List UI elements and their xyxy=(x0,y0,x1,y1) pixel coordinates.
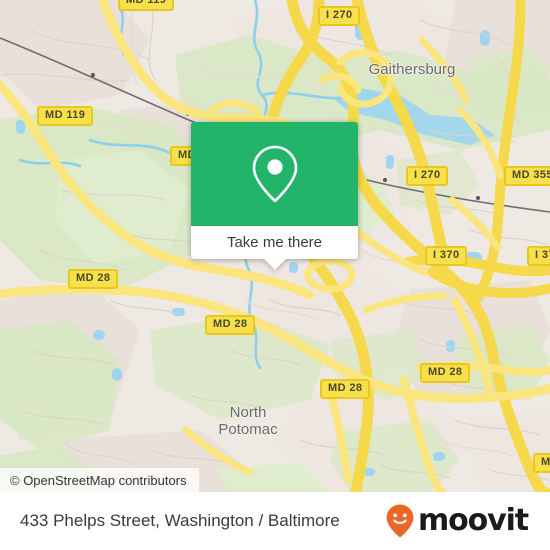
footer-bar: 433 Phelps Street, Washington / Baltimor… xyxy=(0,492,550,550)
shield-i-270-right: I 270 xyxy=(406,166,449,186)
take-me-there-label: Take me there xyxy=(226,234,323,251)
shield-md-119: MD 119 xyxy=(37,106,94,126)
moovit-logo: moovit xyxy=(384,503,529,539)
moovit-wordmark: moovit xyxy=(417,503,529,538)
popup-pointer-tail xyxy=(263,259,286,270)
shield-md-edge-br: MD xyxy=(533,453,550,473)
footer-address-text: 433 Phelps Street, Washington / Baltimor… xyxy=(20,511,340,530)
shield-md-28-center: MD 28 xyxy=(205,315,256,335)
shield-md-355: MD 355 xyxy=(504,166,550,186)
shield-i-370: I 370 xyxy=(425,246,468,266)
shield-md-119-top: MD 119 xyxy=(118,0,175,11)
shield-i-370-edge: I 37 xyxy=(527,246,550,266)
shield-md-28-left: MD 28 xyxy=(68,269,119,289)
moovit-smiley-pin-icon xyxy=(386,504,414,538)
shield-md-28-right: MD 28 xyxy=(420,363,471,383)
attribution-text: © OpenStreetMap contributors xyxy=(10,472,187,488)
location-pin-icon xyxy=(252,145,297,203)
place-label-north-potomac: North Potomac xyxy=(218,404,278,438)
popup-pin-area xyxy=(191,122,358,226)
shield-i-270-top: I 270 xyxy=(318,6,361,26)
map-attribution[interactable]: © OpenStreetMap contributors xyxy=(0,468,199,492)
map-canvas[interactable]: .park { fill:#d7e8c2; } .park2 { fill:#d… xyxy=(0,0,550,492)
location-popup-card[interactable]: Take me there xyxy=(191,122,358,270)
map-screenshot-root: .park { fill:#d7e8c2; } .park2 { fill:#d… xyxy=(0,0,550,550)
shield-md-28-lower: MD 28 xyxy=(320,379,371,399)
popup-action-bar[interactable]: Take me there xyxy=(191,226,358,259)
place-label-gaithersburg: Gaithersburg xyxy=(368,61,456,78)
